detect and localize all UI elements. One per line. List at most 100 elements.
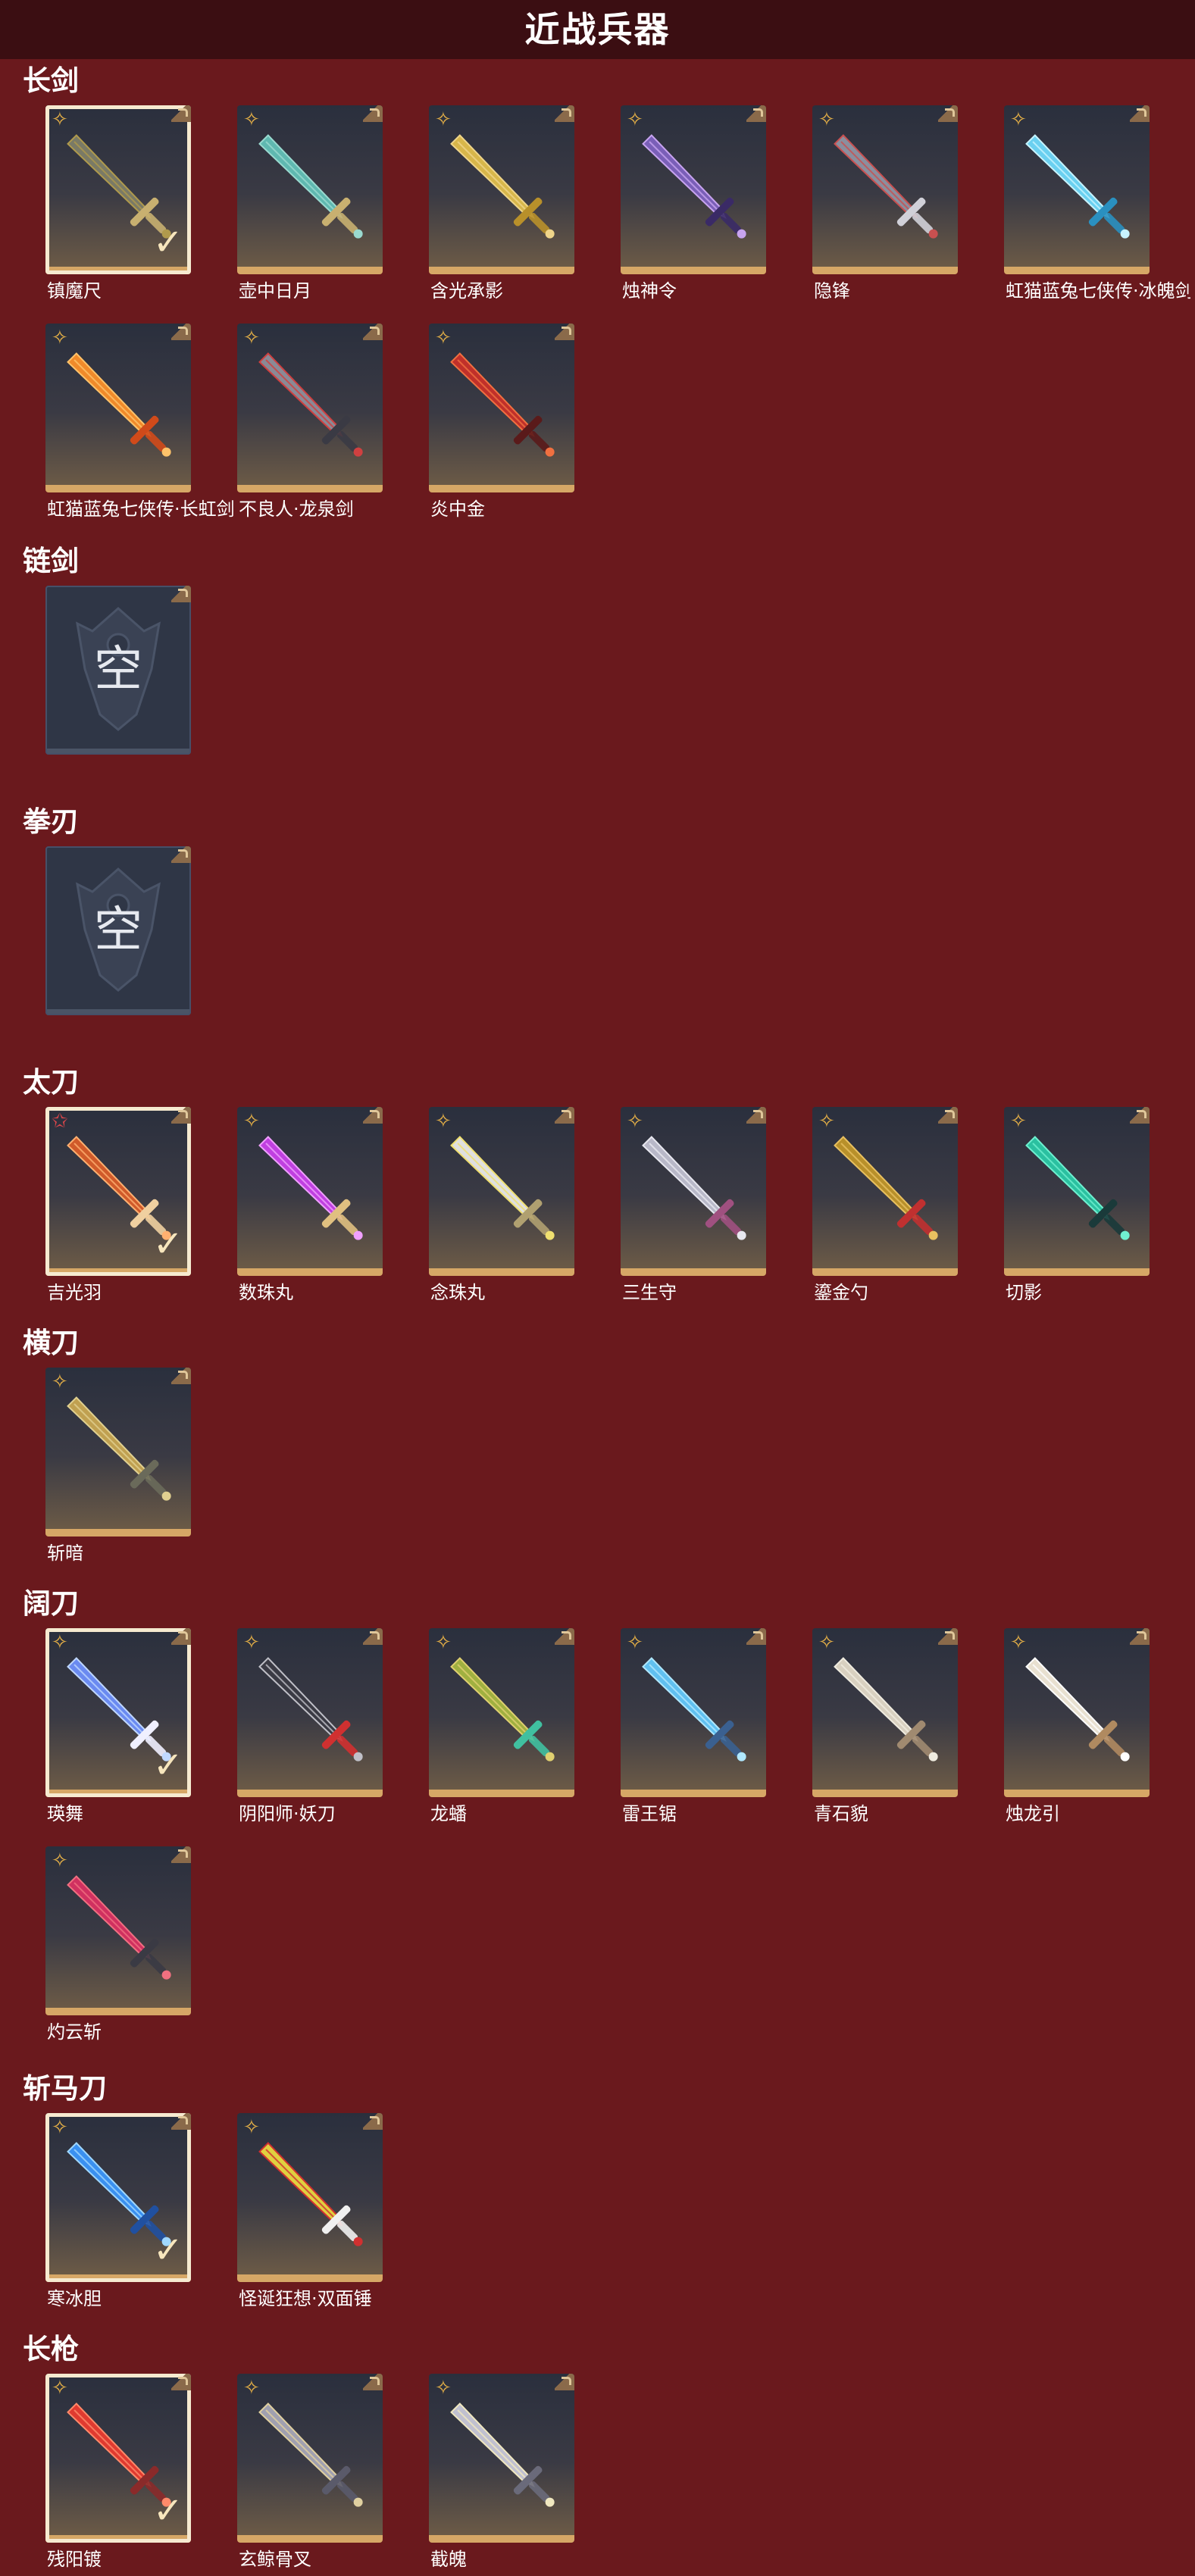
weapon-card[interactable]: ✧ 壶中日月 bbox=[237, 105, 383, 302]
weapon-card[interactable]: ✧ 不良人·龙泉剑 bbox=[237, 324, 383, 520]
expand-corner-icon bbox=[171, 1628, 191, 1645]
star-badge-icon: ✧ bbox=[52, 2116, 68, 2139]
weapon-thumbnail[interactable]: ✧ bbox=[812, 1628, 958, 1797]
weapon-thumbnail[interactable]: ✧ ✓ bbox=[45, 2374, 191, 2543]
weapon-thumbnail[interactable]: ✩ ✓ bbox=[45, 1107, 191, 1276]
weapon-thumbnail[interactable]: ✧ bbox=[45, 324, 191, 492]
checkmark-icon: ✓ bbox=[152, 221, 183, 264]
weapon-name: 虹猫蓝兔七侠传·长虹剑 bbox=[47, 499, 235, 520]
star-badge-icon: ✧ bbox=[52, 2377, 68, 2399]
weapon-card[interactable]: ✧ 烛神令 bbox=[621, 105, 766, 302]
weapon-thumbnail[interactable]: ✧ bbox=[621, 1628, 766, 1797]
weapon-thumbnail[interactable]: ✧ ✓ bbox=[45, 105, 191, 274]
section-title: 拳刃 bbox=[23, 805, 79, 838]
expand-corner-icon bbox=[363, 1628, 383, 1645]
weapon-card[interactable]: ✩ ✓ 吉光羽 bbox=[45, 1107, 191, 1303]
weapon-card[interactable]: ✧ 斩暗 bbox=[45, 1368, 191, 1564]
star-badge-icon: ✧ bbox=[243, 1631, 260, 1654]
weapon-card[interactable]: ✧ 含光承影 bbox=[429, 105, 574, 302]
expand-corner-icon bbox=[746, 1107, 766, 1124]
checkmark-icon: ✓ bbox=[152, 1744, 183, 1787]
weapon-thumbnail[interactable]: 空 bbox=[45, 846, 191, 1015]
weapon-card[interactable]: ✧ 灼云斩 bbox=[45, 1846, 191, 2043]
weapon-thumbnail[interactable]: ✧ bbox=[237, 2374, 383, 2543]
weapon-card[interactable]: ✧ 龙蟠 bbox=[429, 1628, 574, 1824]
weapon-thumbnail[interactable]: ✧ bbox=[1004, 1628, 1150, 1797]
star-badge-icon: ✧ bbox=[627, 1631, 643, 1654]
weapon-card[interactable]: ✧ 三生守 bbox=[621, 1107, 766, 1303]
weapon-thumbnail[interactable]: ✧ bbox=[237, 1628, 383, 1797]
weapon-thumbnail[interactable]: ✧ bbox=[429, 105, 574, 274]
weapon-thumbnail[interactable]: ✧ ✓ bbox=[45, 2113, 191, 2282]
weapon-name: 青石貌 bbox=[814, 1803, 868, 1824]
weapon-card[interactable]: ✧ ✓ 瑛舞 bbox=[45, 1628, 191, 1824]
weapon-thumbnail[interactable]: ✧ ✓ bbox=[45, 1628, 191, 1797]
weapon-thumbnail[interactable]: ✧ bbox=[237, 324, 383, 492]
star-badge-icon: ✧ bbox=[435, 327, 452, 349]
star-badge-icon: ✧ bbox=[1010, 1631, 1027, 1654]
weapon-card[interactable]: ✧ 青石貌 bbox=[812, 1628, 958, 1824]
weapon-thumbnail[interactable]: ✧ bbox=[429, 1107, 574, 1276]
weapon-name: 雷王锯 bbox=[622, 1803, 677, 1824]
expand-corner-icon bbox=[363, 105, 383, 122]
weapon-thumbnail[interactable]: ✧ bbox=[237, 1107, 383, 1276]
weapon-name: 念珠丸 bbox=[430, 1282, 485, 1303]
weapon-thumbnail[interactable]: ✧ bbox=[1004, 105, 1150, 274]
weapon-thumbnail[interactable]: ✧ bbox=[237, 2113, 383, 2282]
weapon-card[interactable]: ✧ 虹猫蓝兔七侠传·冰魄剑 bbox=[1004, 105, 1190, 302]
weapon-card[interactable]: ✧ ✓ 寒冰胆 bbox=[45, 2113, 191, 2309]
star-badge-icon: ✧ bbox=[818, 1110, 835, 1133]
expand-corner-icon bbox=[938, 1628, 958, 1645]
star-badge-icon: ✧ bbox=[243, 1110, 260, 1133]
weapon-thumbnail[interactable]: ✧ bbox=[621, 105, 766, 274]
section-title: 斩马刀 bbox=[23, 2072, 107, 2105]
weapon-thumbnail[interactable]: 空 bbox=[45, 586, 191, 755]
weapon-card[interactable]: ✧ 雷王锯 bbox=[621, 1628, 766, 1824]
weapon-thumbnail[interactable]: ✧ bbox=[429, 1628, 574, 1797]
weapon-thumbnail[interactable]: ✧ bbox=[1004, 1107, 1150, 1276]
expand-corner-icon bbox=[171, 324, 191, 340]
weapon-thumbnail[interactable]: ✧ bbox=[45, 1368, 191, 1537]
star-badge-icon: ✧ bbox=[243, 108, 260, 131]
weapon-card[interactable]: ✧ 念珠丸 bbox=[429, 1107, 574, 1303]
weapon-card[interactable]: ✧ 炎中金 bbox=[429, 324, 574, 520]
weapon-thumbnail[interactable]: ✧ bbox=[812, 1107, 958, 1276]
weapon-card[interactable]: ✧ 隐锋 bbox=[812, 105, 958, 302]
weapon-thumbnail[interactable]: ✧ bbox=[429, 2374, 574, 2543]
empty-weapon-slot[interactable]: 空 bbox=[45, 586, 191, 755]
weapon-card[interactable]: ✧ 怪诞狂想·双面锤 bbox=[237, 2113, 383, 2309]
star-badge-icon: ✧ bbox=[435, 1631, 452, 1654]
weapon-thumbnail[interactable]: ✧ bbox=[812, 105, 958, 274]
star-badge-icon: ✧ bbox=[243, 2116, 260, 2139]
weapon-name: 阴阳师·妖刀 bbox=[239, 1803, 336, 1824]
weapon-card[interactable]: ✧ 鎏金勺 bbox=[812, 1107, 958, 1303]
star-badge-icon: ✧ bbox=[818, 108, 835, 131]
expand-corner-icon bbox=[171, 586, 191, 602]
weapon-card[interactable]: ✧ 切影 bbox=[1004, 1107, 1150, 1303]
weapon-thumbnail[interactable]: ✧ bbox=[621, 1107, 766, 1276]
section-title: 横刀 bbox=[23, 1327, 79, 1359]
empty-weapon-slot[interactable]: 空 bbox=[45, 846, 191, 1015]
weapon-thumbnail[interactable]: ✧ bbox=[429, 324, 574, 492]
weapon-name: 斩暗 bbox=[47, 1543, 83, 1564]
weapon-thumbnail[interactable]: ✧ bbox=[45, 1846, 191, 2015]
weapon-card[interactable]: ✧ 玄鲸骨叉 bbox=[237, 2374, 383, 2570]
weapon-name: 截魄 bbox=[430, 2549, 467, 2570]
weapon-card[interactable]: ✧ ✓ 镇魔尺 bbox=[45, 105, 191, 302]
expand-corner-icon bbox=[555, 105, 574, 122]
star-badge-icon: ✩ bbox=[52, 1110, 68, 1133]
checkmark-icon: ✓ bbox=[152, 1223, 183, 1265]
star-badge-icon: ✧ bbox=[52, 1849, 68, 1872]
expand-corner-icon bbox=[746, 1628, 766, 1645]
weapon-card[interactable]: ✧ 烛龙引 bbox=[1004, 1628, 1150, 1824]
weapon-thumbnail[interactable]: ✧ bbox=[237, 105, 383, 274]
expand-corner-icon bbox=[171, 846, 191, 863]
weapon-card[interactable]: ✧ 截魄 bbox=[429, 2374, 574, 2570]
weapon-card[interactable]: ✧ 数珠丸 bbox=[237, 1107, 383, 1303]
weapon-card[interactable]: ✧ 虹猫蓝兔七侠传·长虹剑 bbox=[45, 324, 235, 520]
star-badge-icon: ✧ bbox=[435, 1110, 452, 1133]
weapon-card[interactable]: ✧ 阴阳师·妖刀 bbox=[237, 1628, 383, 1824]
expand-corner-icon bbox=[555, 2374, 574, 2390]
weapon-card[interactable]: ✧ ✓ 残阳镀 bbox=[45, 2374, 191, 2570]
weapon-name: 瑛舞 bbox=[47, 1803, 83, 1824]
